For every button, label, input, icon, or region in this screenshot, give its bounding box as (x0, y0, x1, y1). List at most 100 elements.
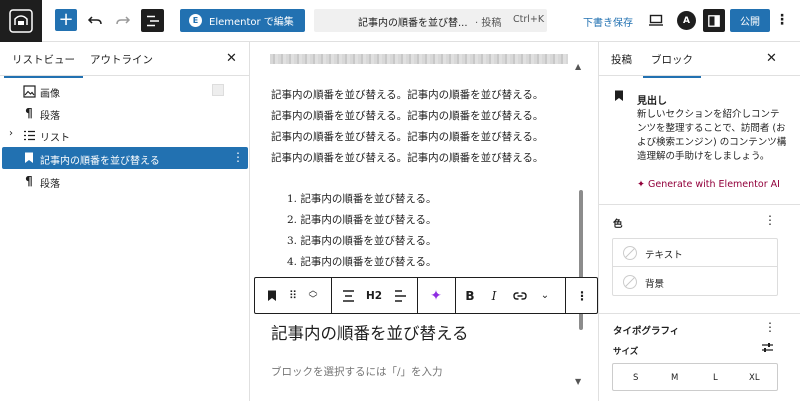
list-view-icon (146, 15, 159, 26)
more-vertical-icon[interactable]: ⋮ (764, 213, 776, 227)
heading-level-button[interactable]: H2 (363, 278, 385, 313)
list-item[interactable]: 1. 記事内の順番を並び替える。 (287, 191, 437, 206)
block-card-description: 新しいセクションを紹介しコンテンツを整理することで、訪問者 (および検索エンジン… (637, 109, 787, 162)
toolbar-divider (331, 278, 332, 313)
color-swatch (623, 246, 637, 260)
sparkle-icon: ✦ (637, 179, 648, 190)
save-draft-button[interactable]: 下書き保存 (583, 14, 633, 29)
chevron-down-icon[interactable]: ﹀ (308, 295, 317, 305)
editor-canvas[interactable]: 記事内の順番を並び替える。記事内の順番を並び替える。 記事内の順番を並び替える。… (250, 42, 598, 401)
move-block-buttons[interactable]: ︿ ﹀ (303, 278, 323, 313)
toolbar-divider (455, 278, 456, 313)
typography-section-title: タイポグラフィ (613, 326, 680, 337)
block-appender-placeholder[interactable]: ブロックを選択するには「/」を入力 (271, 364, 443, 379)
settings-sidebar: 投稿 ブロック ✕ 見出し 新しいセクションを紹介しコンテンツを整理することで、… (598, 42, 800, 401)
sparkle-icon: ✦ (430, 287, 442, 304)
document-overview-button[interactable] (141, 9, 164, 32)
tab-post[interactable]: 投稿 (611, 52, 632, 67)
scroll-up-icon[interactable]: ▲ (575, 62, 581, 71)
list-item-paragraph[interactable]: ¶ 段落 (2, 102, 248, 124)
size-label: サイズ (613, 347, 639, 357)
bold-button[interactable]: B (459, 278, 481, 313)
link-button[interactable] (509, 278, 531, 313)
align-button[interactable] (337, 278, 359, 313)
panel-divider (599, 313, 800, 314)
more-vertical-icon[interactable]: ⋮ (764, 320, 776, 334)
more-vertical-icon[interactable]: ⋮ (232, 150, 244, 164)
tab-block[interactable]: ブロック (643, 52, 701, 78)
list-view-panel: リストビュー アウトライン ✕ 画像 ¶ 段落 › リスト 記事内の順番を並び替… (0, 42, 250, 401)
list-item[interactable]: 4. 記事内の順番を並び替える。 (287, 254, 437, 269)
tab-outline[interactable]: アウトライン (90, 52, 153, 67)
list-item[interactable]: 3. 記事内の順番を並び替える。 (287, 233, 437, 248)
more-vertical-icon: ⋮ (775, 12, 789, 28)
generate-ai-label: Generate with Elementor AI (647, 179, 780, 190)
image-icon (22, 84, 36, 98)
list-view-tabs: リストビュー アウトライン ✕ (0, 42, 249, 78)
chevron-right-icon[interactable]: › (9, 128, 13, 139)
elementor-button-label: Elementor で編集 (209, 17, 294, 28)
color-settings-group: テキスト 背景 (612, 238, 778, 296)
undo-icon (87, 16, 102, 25)
size-option-s[interactable]: S (633, 373, 638, 383)
list-item-label: 記事内の順番を並び替える (40, 156, 160, 167)
list-icon (22, 128, 36, 142)
list-item-list[interactable]: › リスト (2, 124, 248, 146)
publish-button[interactable]: 公開 (730, 9, 770, 32)
italic-button[interactable]: I (483, 278, 505, 313)
paragraph-icon: ¶ (25, 174, 33, 188)
ai-button[interactable]: ✦ (423, 278, 449, 313)
toolbar-divider (417, 278, 418, 313)
block-options-button[interactable]: ⋮ (571, 278, 593, 313)
heading-block[interactable]: 記事内の順番を並び替える (271, 320, 469, 344)
block-type-button[interactable] (259, 278, 285, 313)
settings-button[interactable] (703, 9, 725, 32)
sidebar-tabs: 投稿 ブロック ✕ (599, 42, 800, 78)
size-option-xl[interactable]: XL (749, 373, 760, 383)
drag-handle[interactable]: ⠿ (285, 278, 301, 313)
close-icon[interactable]: ✕ (226, 51, 237, 66)
text-align-button[interactable] (389, 278, 411, 313)
more-formats-button[interactable]: ⌄ (535, 278, 555, 313)
drag-icon: ⠿ (288, 289, 298, 302)
list-item-label: 段落 (40, 111, 60, 122)
list-item-heading[interactable]: 記事内の順番を並び替える ⋮ (2, 147, 248, 169)
redo-button[interactable] (113, 10, 133, 30)
plus-icon: + (58, 9, 74, 30)
site-logo-button[interactable] (0, 0, 42, 42)
close-icon[interactable]: ✕ (766, 51, 777, 66)
tab-list-view[interactable]: リストビュー (4, 52, 83, 78)
options-button[interactable]: ⋮ (772, 10, 792, 30)
custom-size-button[interactable] (761, 342, 774, 356)
generate-ai-link[interactable]: ✦ Generate with Elementor AI (637, 179, 780, 190)
list-item[interactable]: 2. 記事内の順番を並び替える。 (287, 212, 437, 227)
paragraph-line[interactable]: 記事内の順番を並び替える。記事内の順番を並び替える。 (271, 129, 543, 144)
size-option-l[interactable]: L (713, 373, 718, 383)
color-swatch (623, 275, 637, 289)
undo-button[interactable] (85, 10, 105, 30)
list-item-image[interactable]: 画像 (2, 80, 248, 102)
preview-button[interactable] (646, 10, 666, 30)
edit-with-elementor-button[interactable]: E Elementor で編集 (180, 9, 305, 32)
color-background-row[interactable]: 背景 (613, 268, 777, 296)
scroll-down-icon[interactable]: ▼ (575, 377, 581, 386)
paragraph-line[interactable]: 記事内の順番を並び替える。記事内の順番を並び替える。 (271, 108, 543, 123)
list-item-label: 段落 (40, 179, 60, 190)
plugin-avatar-button[interactable]: A (677, 11, 696, 30)
font-size-picker: S M L XL (612, 363, 778, 391)
heading-bookmark-icon (22, 151, 36, 165)
settings-sliders-icon (762, 343, 773, 352)
list-item-label: リスト (40, 133, 70, 144)
site-icon (9, 9, 33, 33)
image-block[interactable] (270, 54, 568, 64)
add-block-button[interactable]: + (55, 9, 77, 31)
desktop-icon (649, 14, 663, 26)
paragraph-line[interactable]: 記事内の順番を並び替える。記事内の順番を並び替える。 (271, 87, 543, 102)
size-option-m[interactable]: M (671, 373, 678, 383)
color-text-row[interactable]: テキスト (613, 239, 777, 267)
paragraph-line[interactable]: 記事内の順番を並び替える。記事内の順番を並び替える。 (271, 150, 543, 165)
list-item-paragraph[interactable]: ¶ 段落 (2, 170, 248, 192)
align-icon (342, 289, 354, 302)
document-bar[interactable]: 記事内の順番を並び替... · 投稿 Ctrl+K (314, 9, 547, 32)
panel-divider (599, 204, 800, 205)
